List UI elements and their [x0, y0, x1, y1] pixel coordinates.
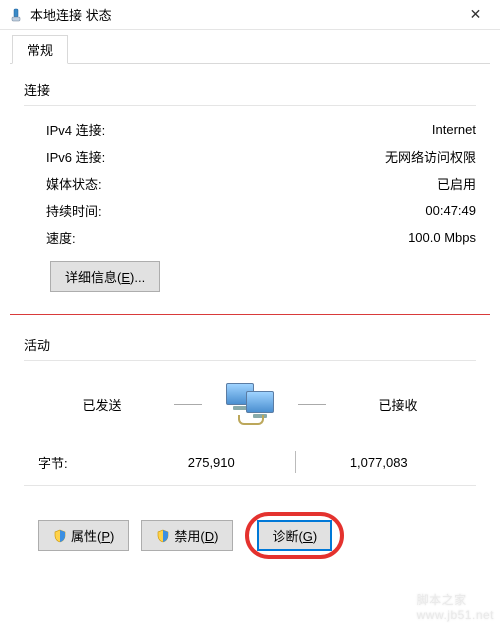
ipv4-value: Internet — [105, 122, 476, 137]
title-bar: 本地连接 状态 ✕ — [0, 0, 500, 30]
computers-icon — [220, 379, 280, 429]
separator — [24, 485, 476, 486]
details-button[interactable]: 详细信息(E)... — [50, 261, 160, 292]
tab-bar: 常规 — [10, 38, 490, 64]
diagnose-button[interactable]: 诊断(G) — [257, 520, 332, 551]
shield-icon — [53, 529, 67, 543]
diagnose-button-label: 诊断(G) — [272, 526, 317, 545]
activity-network-icon — [210, 379, 290, 429]
speed-value: 100.0 Mbps — [76, 230, 476, 245]
watermark-line2: www.jb51.net — [417, 608, 494, 622]
activity-header: 已发送 已接收 — [24, 371, 476, 429]
network-adapter-icon — [8, 7, 24, 23]
connection-section: 连接 IPv4 连接: Internet IPv6 连接: 无网络访问权限 媒体… — [10, 64, 490, 314]
ipv6-value: 无网络访问权限 — [105, 147, 476, 166]
dash-left — [174, 404, 202, 405]
bytes-sent-value: 275,910 — [128, 455, 295, 470]
annotation-circle: 诊断(G) — [245, 512, 344, 559]
speed-label: 速度: — [46, 228, 76, 247]
details-button-label: 详细信息(E)... — [65, 267, 145, 286]
row-ipv4: IPv4 连接: Internet — [24, 116, 476, 143]
disable-button[interactable]: 禁用(D) — [141, 520, 233, 551]
watermark-line1: 脚本之家 — [417, 591, 494, 608]
activity-section-title: 活动 — [24, 335, 476, 354]
tab-general[interactable]: 常规 — [12, 35, 68, 64]
dash-right — [298, 404, 326, 405]
details-button-wrap: 详细信息(E)... — [24, 251, 476, 306]
received-label: 已接收 — [334, 395, 462, 414]
duration-value: 00:47:49 — [102, 203, 476, 218]
sent-label: 已发送 — [38, 395, 166, 414]
properties-button-label: 属性(P) — [71, 526, 114, 545]
activity-section: 活动 已发送 已接收 字节: 275,910 1,077,0 — [10, 315, 490, 567]
ipv4-label: IPv4 连接: — [46, 120, 105, 139]
watermark: 脚本之家 www.jb51.net — [417, 591, 494, 622]
close-icon: ✕ — [470, 6, 482, 23]
properties-button[interactable]: 属性(P) — [38, 520, 129, 551]
window-title: 本地连接 状态 — [30, 5, 453, 24]
bytes-row: 字节: 275,910 1,077,083 — [24, 429, 476, 481]
row-duration: 持续时间: 00:47:49 — [24, 197, 476, 224]
media-value: 已启用 — [102, 174, 476, 193]
separator — [24, 360, 476, 361]
separator — [24, 105, 476, 106]
row-speed: 速度: 100.0 Mbps — [24, 224, 476, 251]
shield-icon — [156, 529, 170, 543]
content-area: 常规 连接 IPv4 连接: Internet IPv6 连接: 无网络访问权限… — [0, 30, 500, 575]
bytes-received-value: 1,077,083 — [296, 455, 463, 470]
row-ipv6: IPv6 连接: 无网络访问权限 — [24, 143, 476, 170]
footer-buttons: 属性(P) 禁用(D) 诊断(G) — [24, 496, 476, 559]
ipv6-label: IPv6 连接: — [46, 147, 105, 166]
disable-button-label: 禁用(D) — [174, 526, 218, 545]
close-button[interactable]: ✕ — [453, 1, 498, 29]
media-label: 媒体状态: — [46, 174, 102, 193]
duration-label: 持续时间: — [46, 201, 102, 220]
bytes-label: 字节: — [38, 453, 128, 472]
connection-section-title: 连接 — [24, 80, 476, 99]
row-media: 媒体状态: 已启用 — [24, 170, 476, 197]
